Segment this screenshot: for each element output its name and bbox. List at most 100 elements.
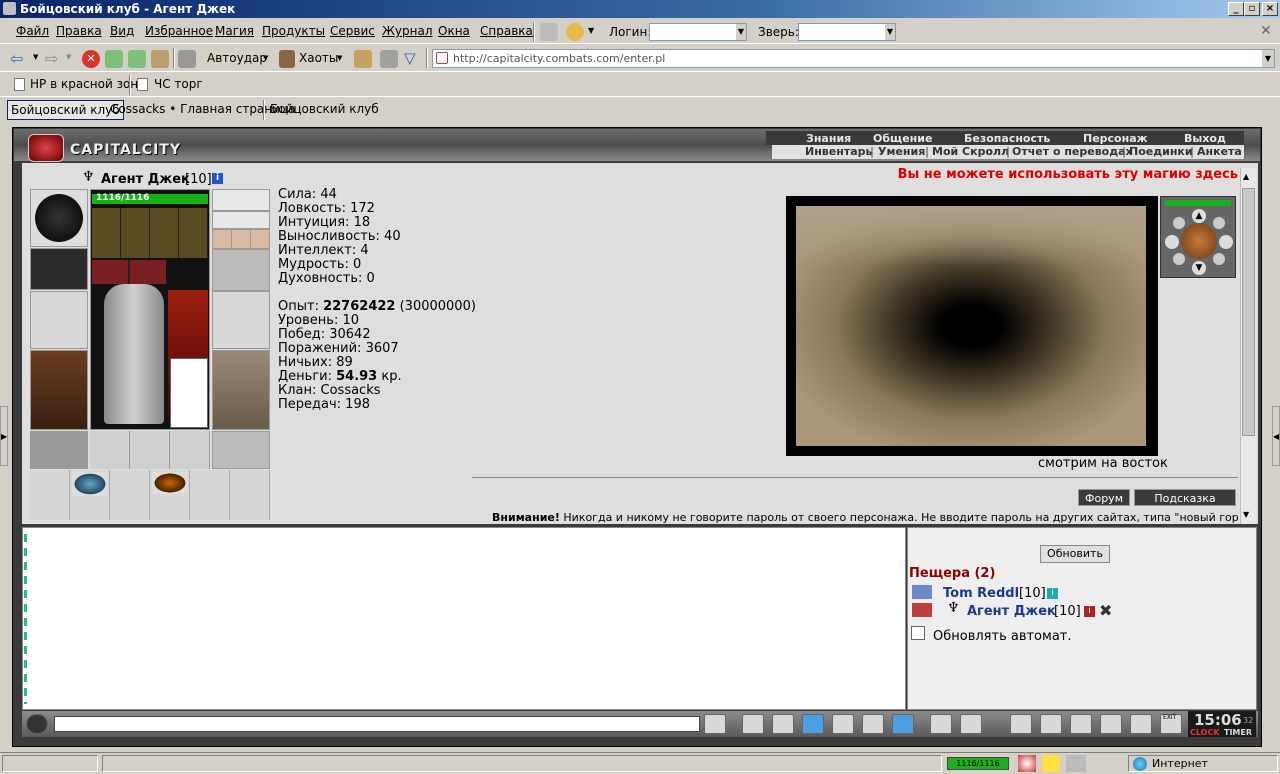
nav-character[interactable]: Персонаж: [1083, 132, 1148, 145]
info-icon[interactable]: i: [1047, 588, 1058, 599]
info-icon[interactable]: i: [212, 173, 223, 184]
timer-label[interactable]: TIMER: [1224, 728, 1252, 737]
helmet-slot[interactable]: [30, 189, 88, 247]
tab-fight-club[interactable]: Бойцовский клуб: [267, 100, 382, 120]
boots-slot[interactable]: [212, 431, 270, 469]
navigation-compass[interactable]: ▲ ▼: [1160, 196, 1236, 278]
menu-view[interactable]: Вид: [110, 24, 134, 38]
chevron-down-icon[interactable]: ▼: [588, 26, 594, 35]
menu-edit[interactable]: Правка: [56, 24, 102, 38]
armor-slot[interactable]: [30, 350, 88, 430]
maximize-button[interactable]: ▫: [1244, 2, 1260, 16]
player-name[interactable]: Tom Reddl: [943, 586, 1019, 601]
close-icon[interactable]: ✕: [1260, 23, 1272, 39]
filter-icon[interactable]: ▽: [404, 49, 416, 67]
beast-select[interactable]: ▼: [798, 23, 896, 41]
forward-icon[interactable]: ⇨: [45, 49, 58, 68]
nav-communication[interactable]: Общение: [873, 132, 932, 145]
minimize-button[interactable]: _: [1228, 2, 1244, 16]
char-name[interactable]: Агент Джек: [101, 172, 190, 187]
menu-help[interactable]: Справка: [480, 24, 533, 38]
rings-slot[interactable]: [212, 229, 270, 249]
earrings-slot[interactable]: [212, 211, 270, 229]
flag-icon[interactable]: [1130, 714, 1152, 734]
alarm-icon[interactable]: [1018, 755, 1036, 772]
menu-file[interactable]: Файл: [16, 24, 49, 38]
info-icon[interactable]: i: [1084, 606, 1095, 617]
nav-inventory[interactable]: Инвентарь: [805, 145, 872, 158]
chat-input[interactable]: [54, 716, 700, 732]
save-icon[interactable]: [802, 714, 824, 734]
gloves-slot[interactable]: [30, 248, 88, 290]
home-icon[interactable]: [540, 23, 558, 41]
autoudar-button[interactable]: Автоудар: [207, 51, 267, 65]
chevron-down-icon[interactable]: ▼: [337, 54, 342, 62]
menu-service[interactable]: Сервис: [330, 24, 375, 38]
quest-icon[interactable]: [1040, 714, 1062, 734]
nav-fights[interactable]: Поединки: [1129, 145, 1193, 158]
menu-journal[interactable]: Журнал: [382, 24, 433, 38]
auto-refresh-checkbox[interactable]: [911, 626, 925, 640]
sound-icon[interactable]: [380, 50, 398, 68]
nav-skills[interactable]: Умения: [878, 145, 925, 158]
home-icon[interactable]: [151, 50, 169, 68]
tools-icon[interactable]: [178, 50, 196, 68]
refresh-button[interactable]: Обновить: [1040, 545, 1110, 563]
eraser-icon[interactable]: [742, 714, 764, 734]
belt-slot[interactable]: [30, 431, 88, 469]
amulet-slot[interactable]: [212, 189, 270, 211]
attack-icon[interactable]: ✖: [1099, 601, 1112, 620]
send-icon[interactable]: [704, 714, 726, 734]
smile-icon[interactable]: [930, 714, 952, 734]
weapon-left-slot[interactable]: [30, 291, 88, 349]
filter-icon[interactable]: [772, 714, 794, 734]
ninja-icon[interactable]: [960, 714, 982, 734]
clock-label[interactable]: CLOCK: [1190, 728, 1220, 737]
chat-mode-icon[interactable]: [26, 714, 48, 734]
close-window-button[interactable]: ×: [1262, 2, 1278, 16]
link-black-list-trade[interactable]: ЧС торг: [154, 77, 203, 91]
chevron-down-icon[interactable]: ▼: [1262, 50, 1274, 67]
action-icon[interactable]: [832, 714, 854, 734]
pet-cat[interactable]: [170, 358, 208, 428]
bracers-slot[interactable]: [212, 249, 270, 291]
exit-icon[interactable]: EXIT: [1160, 714, 1182, 734]
nav-transfer-report[interactable]: Отчет о переводах: [1012, 145, 1133, 158]
right-edge-handle[interactable]: ◀: [1272, 406, 1280, 466]
nav-profile[interactable]: Анкета: [1197, 145, 1242, 158]
refresh-icon[interactable]: [105, 50, 123, 68]
chevron-down-icon[interactable]: ▼: [33, 53, 38, 61]
hint-button[interactable]: Подсказка: [1134, 489, 1236, 506]
shop-icon[interactable]: [1100, 714, 1122, 734]
menu-favorites[interactable]: Избранное: [145, 24, 213, 38]
eye-scroll-icon[interactable]: [152, 472, 188, 494]
player-name[interactable]: Агент Джек: [967, 604, 1056, 619]
nav-my-scroll[interactable]: Мой Скролл: [932, 145, 1009, 158]
music-icon[interactable]: [892, 714, 914, 734]
leggings-slot[interactable]: [212, 350, 270, 430]
spell-slots[interactable]: [92, 260, 166, 284]
menu-magic[interactable]: Магия: [215, 24, 254, 38]
menu-products[interactable]: Продукты: [262, 24, 325, 38]
empty-slots[interactable]: [90, 431, 210, 469]
address-bar[interactable]: http://capitalcity.combats.com/enter.pl: [432, 49, 1275, 68]
chevron-down-icon[interactable]: ▼: [263, 54, 268, 62]
chat-area[interactable]: [22, 527, 906, 710]
menu-windows[interactable]: Окна: [438, 24, 470, 38]
coin-icon[interactable]: [566, 23, 584, 41]
chevron-down-icon[interactable]: ▼: [66, 53, 71, 61]
settings-icon[interactable]: [1070, 714, 1092, 734]
refresh-all-icon[interactable]: [128, 50, 146, 68]
weapon-right-slot[interactable]: [212, 291, 270, 349]
map-icon[interactable]: [354, 50, 372, 68]
warning-icon[interactable]: [1042, 755, 1060, 772]
translit-icon[interactable]: [862, 714, 884, 734]
scroll-icon[interactable]: [72, 472, 108, 496]
bag-icon[interactable]: [1010, 714, 1032, 734]
belt-items[interactable]: [92, 208, 208, 258]
stop-icon[interactable]: ✕: [82, 50, 100, 68]
nav-security[interactable]: Безопасность: [964, 132, 1050, 145]
haoty-button[interactable]: Хаоты: [299, 51, 338, 65]
left-edge-handle[interactable]: ▶: [0, 406, 8, 466]
network-icon[interactable]: [1066, 755, 1086, 772]
